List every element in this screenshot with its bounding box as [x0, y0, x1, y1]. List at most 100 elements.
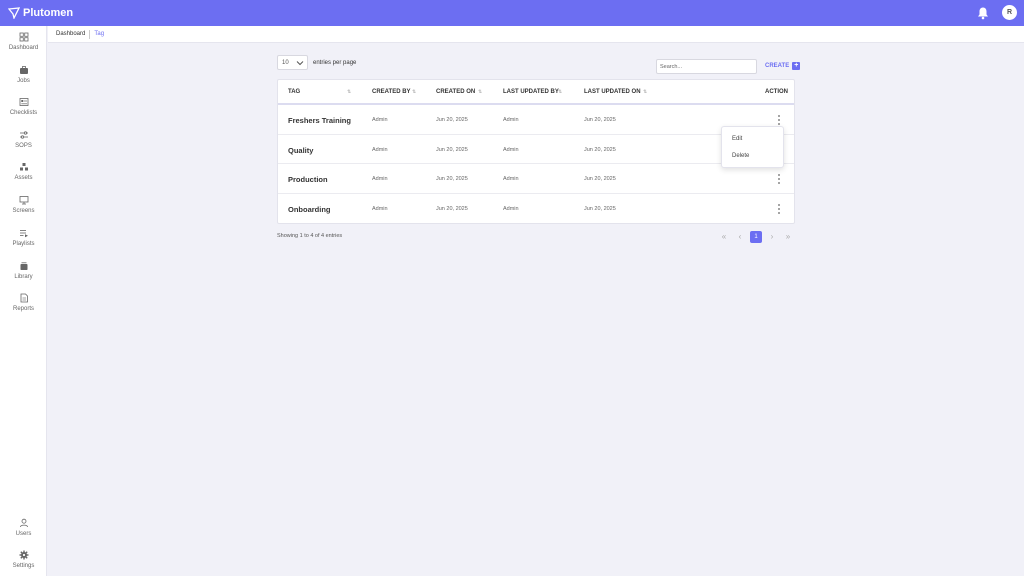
updated-by: Admin: [503, 117, 519, 123]
logo-icon: [8, 7, 20, 19]
sidebar-item-reports[interactable]: Reports: [0, 293, 47, 321]
created-on: Jun 20, 2025: [436, 176, 468, 182]
updated-by: Admin: [503, 176, 519, 182]
column-header-created-on[interactable]: CREATED ON: [436, 89, 475, 95]
gear-icon: [19, 550, 28, 560]
column-header-last-updated-by[interactable]: LAST UPDATED BY: [503, 89, 559, 95]
sidebar-item-label: Reports: [12, 306, 34, 312]
sidebar: Dashboard Jobs Checklists SOPS Assets Sc…: [0, 26, 47, 576]
table-row: Onboarding Admin Jun 20, 2025 Admin Jun …: [278, 194, 794, 224]
sidebar-item-label: Screens: [12, 208, 35, 214]
table-header: TAG ⇅ CREATED BY ⇅ CREATED ON ⇅ LAST UPD…: [278, 80, 794, 105]
app-logo[interactable]: Plutomen: [8, 5, 73, 21]
sidebar-item-label: Checklists: [9, 110, 38, 116]
showing-entries-text: Showing 1 to 4 of 4 entries: [277, 233, 343, 239]
created-by: Admin: [372, 176, 388, 182]
breadcrumb-dashboard[interactable]: Dashboard: [56, 31, 85, 37]
sidebar-item-label: Jobs: [17, 78, 30, 84]
entries-control: 10 entries per page: [277, 55, 356, 70]
prev-page-button[interactable]: ‹: [734, 231, 746, 243]
breadcrumb-current: Tag: [94, 31, 105, 37]
sidebar-item-users[interactable]: Users: [0, 518, 47, 546]
column-header-last-updated-on[interactable]: LAST UPDATED ON: [584, 89, 641, 95]
grid-icon: [19, 32, 28, 42]
updated-on: Jun 20, 2025: [584, 146, 616, 153]
sidebar-item-checklists[interactable]: Checklists: [0, 97, 47, 125]
sort-icon[interactable]: ⇅: [558, 89, 562, 95]
tag-name[interactable]: Quality: [288, 146, 313, 155]
breadcrumb: Dashboard Tag: [48, 26, 1024, 43]
next-page-button[interactable]: ›: [766, 231, 778, 243]
page-1-button[interactable]: 1: [750, 230, 762, 243]
tag-name[interactable]: Freshers Training: [288, 116, 351, 125]
sort-icon[interactable]: ⇅: [478, 89, 482, 95]
table-row: Production Admin Jun 20, 2025 Admin Jun …: [278, 164, 794, 194]
sort-icon[interactable]: ⇅: [347, 89, 351, 95]
more-actions-icon[interactable]: [774, 202, 784, 216]
plus-icon: +: [792, 62, 801, 70]
more-actions-icon[interactable]: [774, 113, 784, 127]
updated-on: Jun 20, 2025: [584, 205, 616, 212]
sidebar-item-assets[interactable]: Assets: [0, 162, 47, 190]
sidebar-item-sops[interactable]: SOPS: [0, 130, 47, 158]
entries-per-page-select[interactable]: 10: [277, 55, 308, 70]
column-header-created-by[interactable]: CREATED BY: [372, 89, 411, 95]
column-header-tag[interactable]: TAG: [288, 89, 300, 95]
tag-name[interactable]: Onboarding: [288, 205, 331, 214]
entries-label: entries per page: [313, 59, 357, 66]
created-on: Jun 20, 2025: [436, 205, 468, 212]
sidebar-item-jobs[interactable]: Jobs: [0, 65, 47, 93]
bell-icon[interactable]: [976, 6, 990, 20]
sidebar-item-label: Users: [15, 531, 32, 537]
table-row: Quality Admin Jun 20, 2025 Admin Jun 20,…: [278, 135, 794, 164]
created-by: Admin: [372, 205, 388, 212]
updated-on: Jun 20, 2025: [584, 117, 616, 123]
updated-on: Jun 20, 2025: [584, 176, 616, 182]
entries-value: 10: [282, 59, 289, 66]
cubes-icon: [19, 163, 28, 171]
delete-menu-item[interactable]: Delete: [732, 153, 749, 159]
sidebar-item-label: Library: [14, 274, 33, 280]
first-page-button[interactable]: «: [718, 231, 730, 243]
sidebar-item-label: Playlists: [12, 241, 35, 247]
breadcrumb-separator: [89, 29, 91, 39]
sidebar-item-label: Settings: [12, 563, 35, 569]
checklist-icon: [19, 98, 28, 106]
edit-menu-item[interactable]: Edit: [732, 136, 742, 142]
library-icon: [20, 262, 27, 270]
sort-icon[interactable]: ⇅: [412, 89, 416, 95]
action-menu: Edit Delete: [721, 126, 784, 168]
search-input[interactable]: [656, 59, 757, 74]
tag-name[interactable]: Production: [288, 175, 328, 184]
chevron-down-icon: [296, 61, 304, 66]
playlist-icon: [19, 230, 28, 238]
app-name: Plutomen: [23, 7, 74, 19]
updated-by: Admin: [503, 205, 519, 212]
sidebar-item-settings[interactable]: Settings: [0, 550, 47, 576]
sidebar-item-label: Dashboard: [8, 45, 39, 51]
top-bar: Plutomen R: [0, 0, 1024, 26]
sidebar-item-dashboard[interactable]: Dashboard: [0, 32, 47, 60]
sliders-icon: [19, 131, 28, 139]
sidebar-item-library[interactable]: Library: [0, 261, 47, 289]
table-row: Freshers Training Admin Jun 20, 2025 Adm…: [278, 105, 794, 135]
sidebar-item-screens[interactable]: Screens: [0, 195, 47, 223]
tags-table: TAG ⇅ CREATED BY ⇅ CREATED ON ⇅ LAST UPD…: [277, 79, 795, 224]
column-header-action: ACTION: [765, 89, 788, 95]
more-actions-icon[interactable]: [774, 172, 784, 186]
sidebar-item-label: Assets: [14, 175, 33, 181]
updated-by: Admin: [503, 146, 519, 153]
created-on: Jun 20, 2025: [436, 146, 468, 153]
sort-icon[interactable]: ⇅: [643, 89, 647, 95]
monitor-icon: [19, 196, 28, 205]
briefcase-icon: [19, 66, 28, 74]
user-icon: [19, 518, 28, 528]
sidebar-item-playlists[interactable]: Playlists: [0, 228, 47, 256]
last-page-button[interactable]: »: [782, 231, 794, 243]
user-avatar[interactable]: R: [1002, 5, 1017, 20]
created-by: Admin: [372, 146, 388, 153]
created-on: Jun 20, 2025: [436, 117, 468, 123]
create-button[interactable]: CREATE +: [765, 62, 801, 70]
report-icon: [20, 293, 28, 303]
created-by: Admin: [372, 117, 388, 123]
